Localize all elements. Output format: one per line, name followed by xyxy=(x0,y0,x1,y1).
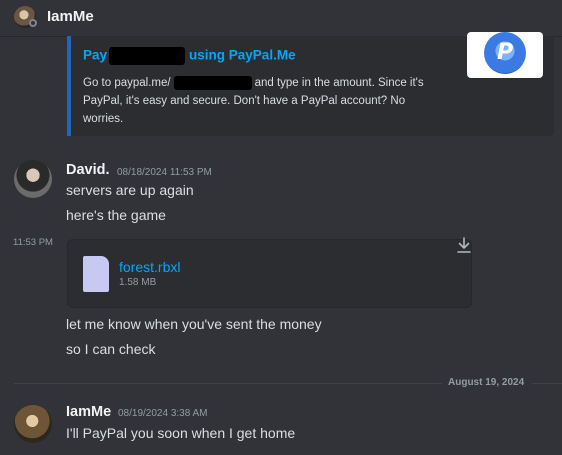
paypal-logo-letter: P xyxy=(496,40,514,65)
message-text: here's the game xyxy=(66,207,166,223)
embed-thumbnail[interactable]: P xyxy=(467,32,543,78)
message-author[interactable]: David. xyxy=(66,162,110,178)
avatar[interactable] xyxy=(14,405,52,443)
message-text: servers are up again xyxy=(66,182,194,198)
embed-desc-prefix: Go to paypal.me/ xyxy=(83,77,171,89)
message-timestamp: 08/19/2024 3:38 AM xyxy=(118,408,208,419)
attachment-filename[interactable]: forest.rbxl xyxy=(119,259,180,275)
download-icon[interactable] xyxy=(457,237,471,253)
file-icon xyxy=(83,256,109,292)
paypal-link-embed: Pay using PayPal.Me Go to paypal.me/and t… xyxy=(67,32,554,136)
embed-title-suffix[interactable]: using PayPal.Me xyxy=(189,48,296,63)
embed-title-prefix[interactable]: Pay xyxy=(83,48,107,63)
date-divider-line xyxy=(532,383,562,384)
paypal-logo-icon: P xyxy=(484,32,526,74)
embed-description: Go to paypal.me/and type in the amount. … xyxy=(83,74,443,128)
date-divider-line xyxy=(14,383,442,384)
message-text: so I can check xyxy=(66,341,156,357)
avatar[interactable] xyxy=(14,160,52,198)
file-attachment[interactable]: forest.rbxl 1.58 MB xyxy=(67,239,472,308)
attachment-size: 1.58 MB xyxy=(119,277,157,288)
redacted-username xyxy=(173,75,252,90)
message-text: I'll PayPal you soon when I get home xyxy=(66,425,296,441)
date-divider: August 19, 2024 xyxy=(448,377,525,388)
message-text: let me know when you've sent the money xyxy=(66,316,322,332)
message-author[interactable]: IamMe xyxy=(66,404,111,420)
channel-title[interactable]: IamMe xyxy=(47,8,94,25)
embed-title[interactable]: Pay using PayPal.Me xyxy=(83,47,296,65)
message-timestamp: 08/18/2024 11:53 PM xyxy=(117,167,212,178)
status-indicator-icon xyxy=(29,19,37,27)
redacted-username xyxy=(109,47,186,65)
hover-timestamp: 11:53 PM xyxy=(13,237,53,248)
